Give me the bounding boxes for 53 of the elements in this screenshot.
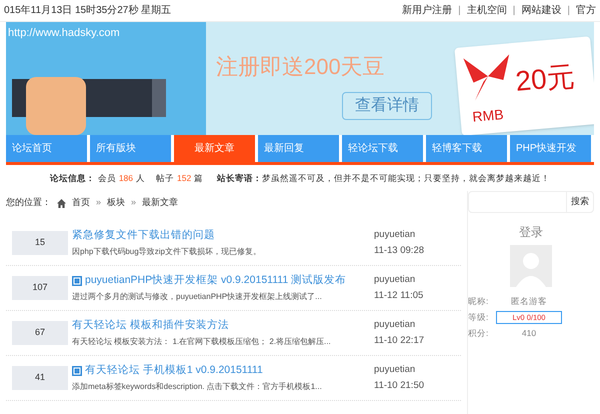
site-url: http://www.hadsky.com	[8, 26, 120, 41]
info-text: 会员	[98, 172, 116, 184]
post-excerpt: 添加meta标签keywords和description. 点击下载文件：官方手机模板1...	[72, 380, 323, 393]
breadcrumb-link[interactable]: 首页	[72, 196, 90, 210]
top-link[interactable]: 主机空间	[466, 3, 507, 18]
link-separator: |	[512, 4, 516, 18]
field-value: 410	[520, 327, 538, 340]
breadcrumb-separator: »	[96, 196, 102, 210]
author-link[interactable]: puyuetian	[374, 272, 424, 287]
info-text: 人	[136, 172, 145, 184]
banner-headline: 注册即送200天豆	[216, 53, 385, 81]
search-button[interactable]: 搜索	[566, 192, 593, 212]
field-label: 积分:	[468, 327, 490, 340]
post-excerpt: 因php下载代码bug导致zip文件下载损坏，现已修复。	[72, 246, 262, 258]
reply-count: 41	[12, 366, 68, 390]
top-link[interactable]: 官方	[576, 3, 596, 18]
top-link[interactable]: 新用户注册	[402, 3, 452, 18]
post-time: 11-13 09:28	[374, 244, 424, 258]
author-link[interactable]: puyuetian	[374, 228, 424, 242]
reply-count: 67	[12, 321, 68, 345]
search-field[interactable]: 搜索	[468, 191, 594, 213]
date-time-text: 015年11月13日 15时35分27秒 星期五	[4, 4, 172, 18]
author-link[interactable]: puyuetian	[374, 318, 424, 332]
member-count: 186	[118, 172, 133, 184]
reply-count: 15	[12, 231, 68, 255]
post-title[interactable]: 有天轻论坛 模板和插件安装方法	[72, 318, 229, 334]
info-text: 篇	[194, 172, 204, 184]
reply-count: 107	[12, 276, 68, 300]
login-title: 登录	[519, 224, 543, 241]
post-time: 11-10 21:50	[374, 379, 424, 393]
post-count: 152	[177, 172, 192, 184]
author-link[interactable]: puyuetian	[374, 362, 424, 377]
link-separator: |	[567, 4, 570, 18]
post-time: 11-12 11:05	[374, 289, 424, 303]
card-amount: 20元	[514, 60, 576, 99]
info-text: 帖子	[156, 172, 174, 184]
card-currency: RMB	[472, 105, 504, 127]
link-separator: |	[458, 4, 461, 18]
top-link[interactable]: 网站建设	[521, 3, 562, 18]
info-label: 论坛信息：	[50, 172, 95, 184]
home-icon	[57, 198, 66, 208]
field-label: 等级:	[468, 311, 490, 324]
info-label: 站长寄语：	[217, 172, 262, 184]
breadcrumb-link[interactable]: 板块	[107, 196, 126, 210]
post-excerpt: 进过两个多月的测试与修改，puyuetianPHP快速开发框架上线测试了...	[72, 290, 323, 303]
breadcrumb-link[interactable]: 最新文章	[142, 196, 178, 210]
field-value: 匿名游客	[510, 295, 548, 308]
field-label: 昵称:	[468, 295, 490, 308]
breadcrumb-separator: »	[131, 196, 136, 210]
breadcrumb-label: 您的位置：	[6, 196, 51, 210]
motto-text: 梦虽然遥不可及，但并不是不可能实现；只要坚持，就会离梦越来越近！	[262, 172, 550, 184]
post-time: 11-10 22:17	[374, 334, 424, 348]
post-excerpt: 有天轻论坛 模板安装方法： 1.在官网下载模板压缩包； 2.将压缩包解压...	[72, 336, 332, 348]
